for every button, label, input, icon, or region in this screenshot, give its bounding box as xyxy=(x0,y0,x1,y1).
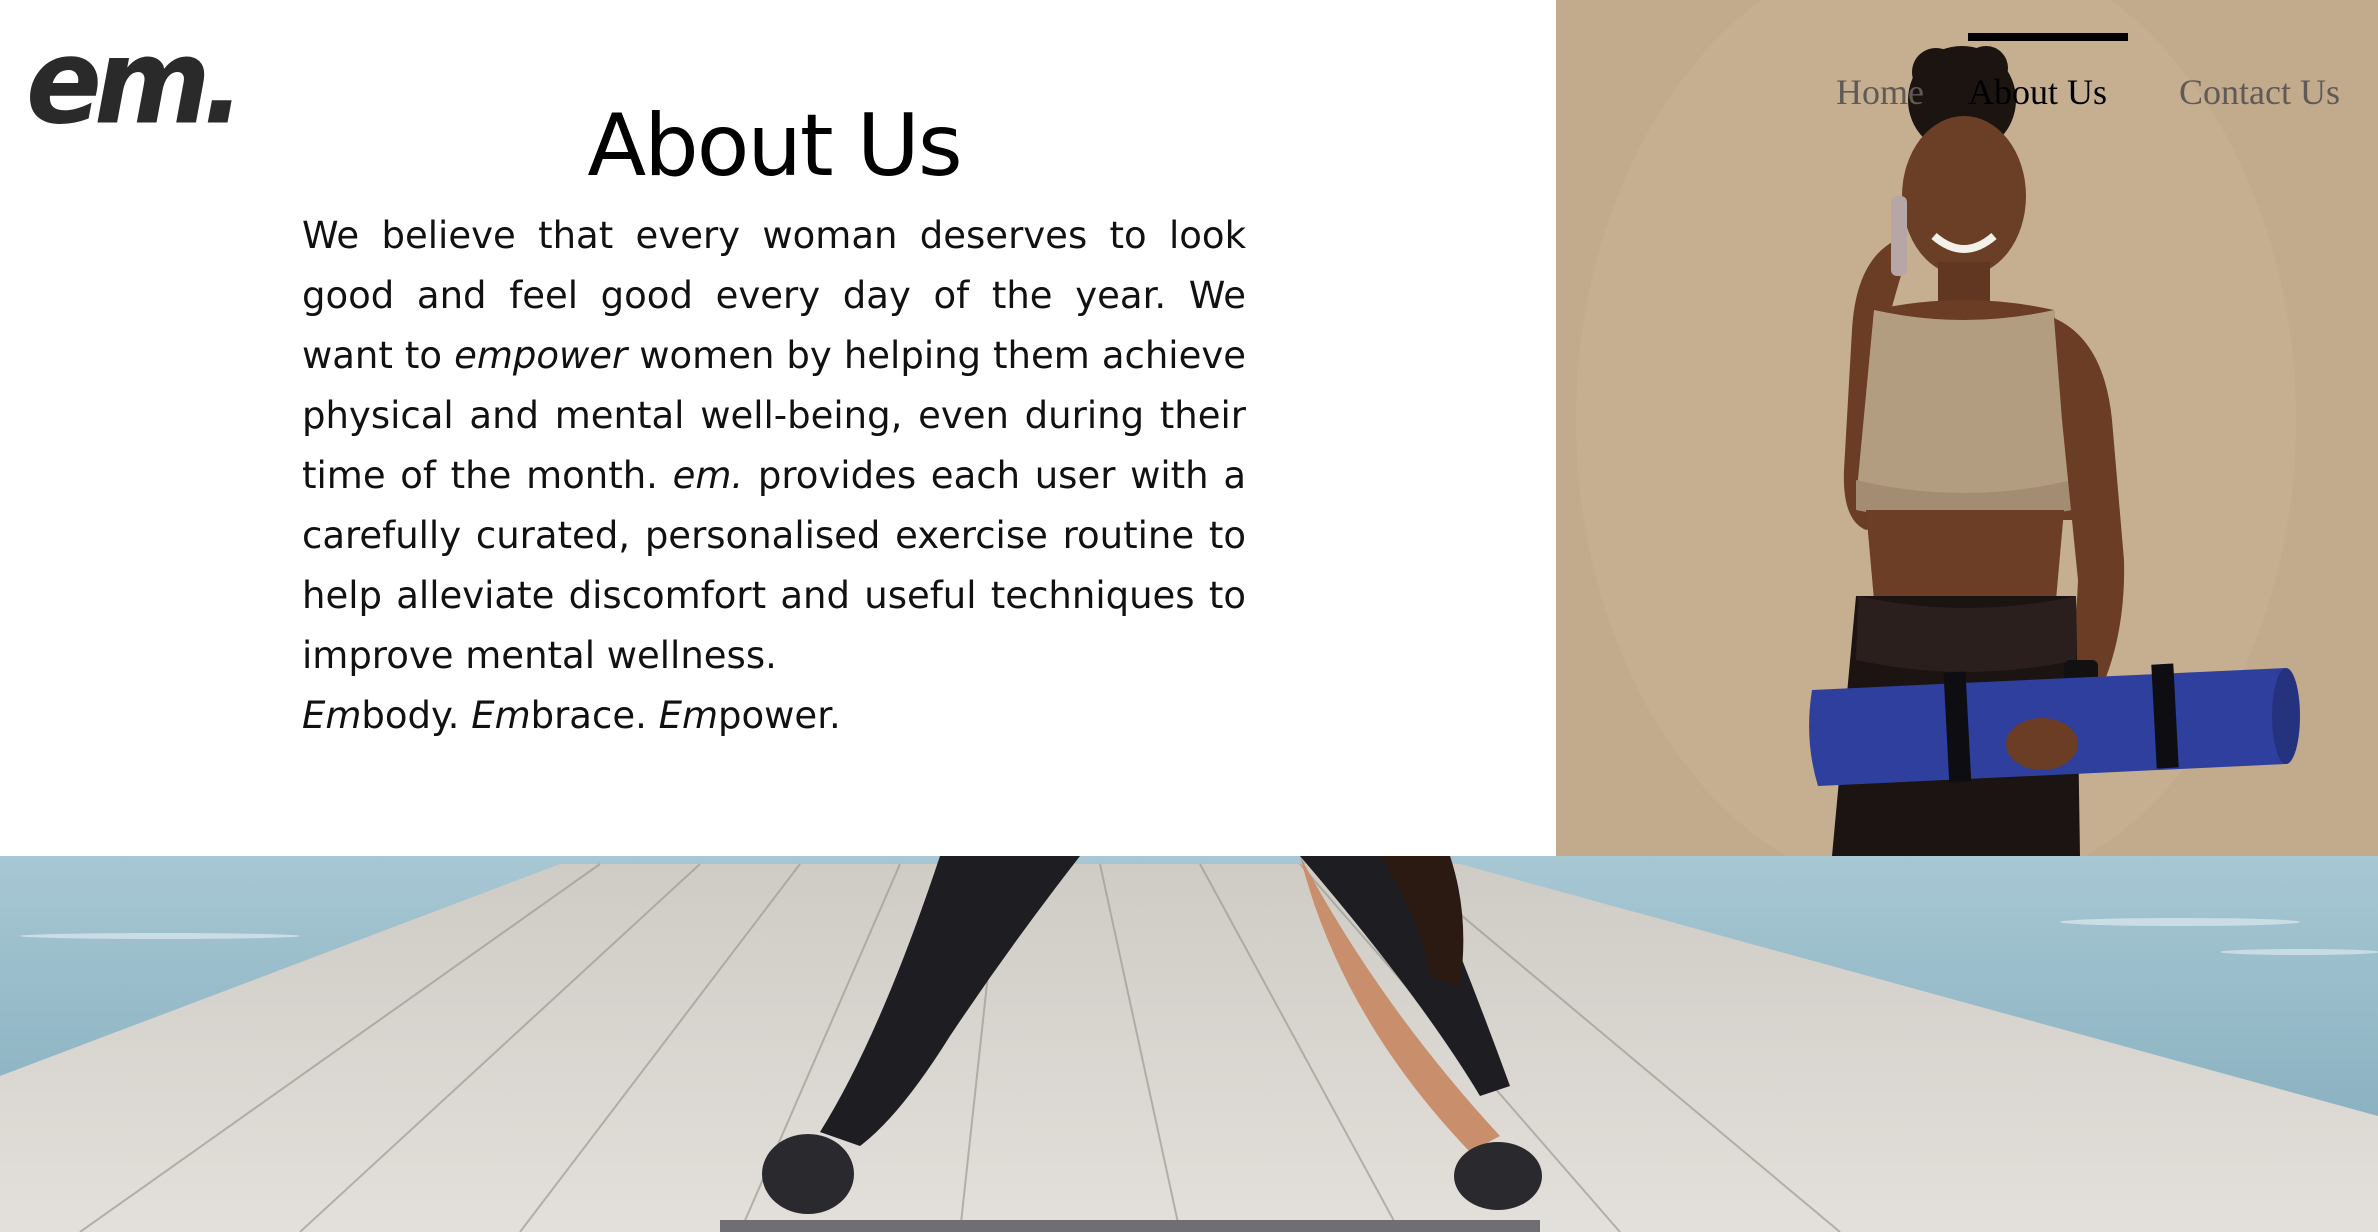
tagline-em-2: Em xyxy=(471,694,531,737)
nav-item-home[interactable]: Home xyxy=(1836,70,1924,114)
page-title: About Us xyxy=(587,96,962,196)
tagline-rest-1: body. xyxy=(361,694,472,737)
about-section: em. About Us We believe that every woman… xyxy=(0,0,2378,856)
tagline-rest-2: brace. xyxy=(530,694,659,737)
about-emphasis-empower: empower xyxy=(454,334,628,377)
woman-stretching-on-pier-photo xyxy=(0,856,2378,1232)
tagline-em-3: Em xyxy=(658,694,719,737)
about-paragraph: We believe that every woman deserves to … xyxy=(302,206,1246,686)
woman-with-yoga-mat-photo xyxy=(1556,0,2378,856)
hero-photo xyxy=(1556,0,2378,856)
site-logo[interactable]: em. xyxy=(26,24,245,142)
tagline: Embody. Embrace. Empower. xyxy=(302,686,1246,746)
tagline-rest-3: power. xyxy=(718,694,841,737)
nav-item-about-us[interactable]: About Us xyxy=(1968,70,2107,114)
main-nav: Home About Us Contact Us xyxy=(1836,70,2340,114)
about-content: About Us We believe that every woman des… xyxy=(302,96,1246,746)
page: em. About Us We believe that every woman… xyxy=(0,0,2378,1232)
tagline-em-1: Em xyxy=(302,694,362,737)
about-emphasis-brand: em. xyxy=(672,454,744,497)
nav-active-indicator xyxy=(1968,33,2128,41)
nav-item-contact-us[interactable]: Contact Us xyxy=(2179,70,2340,114)
pier-photo xyxy=(0,856,2378,1232)
